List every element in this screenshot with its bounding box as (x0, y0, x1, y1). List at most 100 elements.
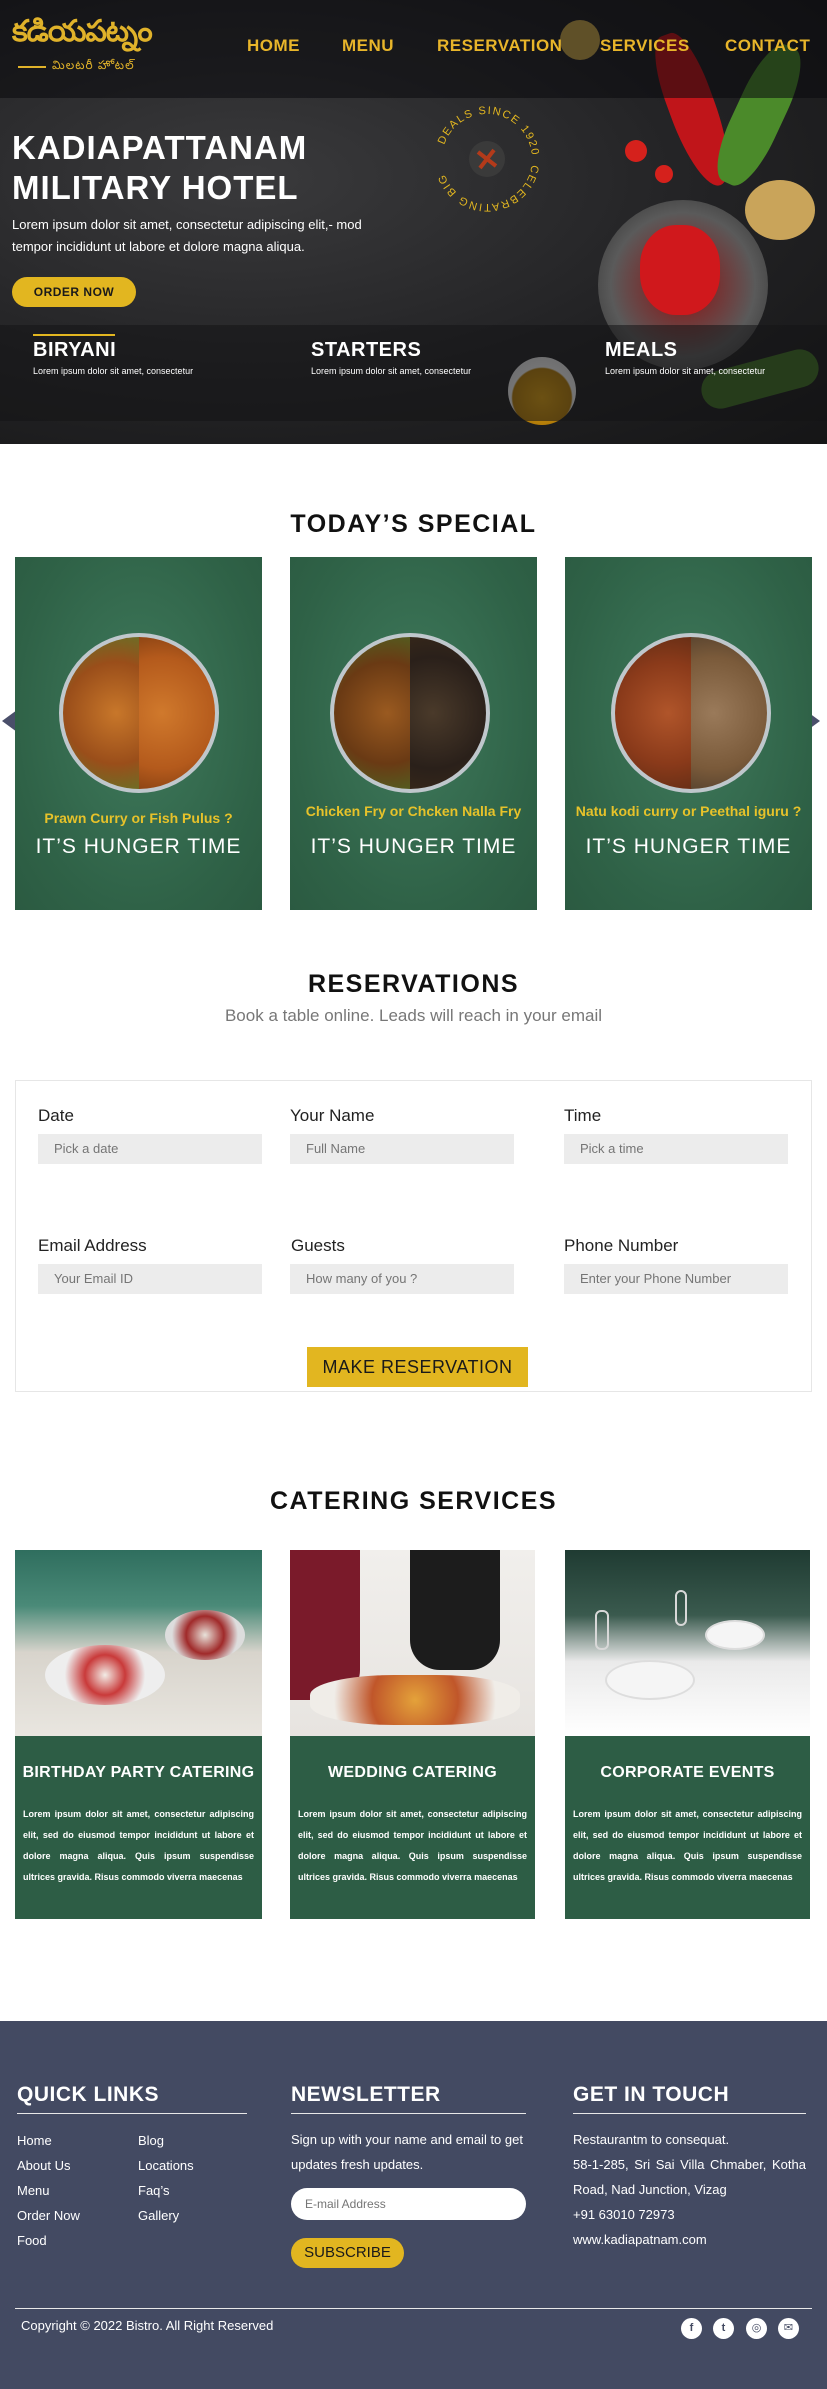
footer-link-gallery[interactable]: Gallery (138, 2208, 179, 2223)
reservations-title: RESERVATIONS (307, 970, 520, 998)
category-title: MEALS (605, 339, 678, 361)
dish-plate-image (330, 633, 490, 793)
special-card[interactable]: Chicken Fry or Chcken Nalla Fry IT’S HUN… (290, 557, 537, 910)
hero-title: KADIAPATTANAM MILITARY HOTEL (12, 129, 308, 206)
dish-question: Natu kodi curry or Peethal iguru ? (575, 803, 802, 819)
footer-link-food[interactable]: Food (17, 2233, 47, 2248)
twitter-icon[interactable]: t (713, 2318, 734, 2339)
footer-link-order-now[interactable]: Order Now (17, 2208, 80, 2223)
catering-title-text: BIRTHDAY PARTY CATERING (22, 1764, 255, 1781)
catering-description: Lorem ipsum dolor sit amet, consectetur … (23, 1809, 254, 1882)
potato-decoration (745, 180, 815, 240)
catering-description: Lorem ipsum dolor sit amet, consectetur … (298, 1809, 527, 1882)
catering-title-text: CORPORATE EVENTS (600, 1764, 775, 1781)
get-in-touch-title: GET IN TOUCH (573, 2083, 730, 2106)
logo[interactable]: కడియపట్నం మిలటరీ హోటల్ (12, 14, 153, 80)
hero-category-meals[interactable]: MEALS Lorem ipsum dolor sit amet, consec… (605, 338, 827, 376)
make-reservation-button[interactable]: MAKE RESERVATION (307, 1347, 528, 1387)
category-description: Lorem ipsum dolor sit amet, consectetur (33, 366, 194, 376)
nav-services[interactable]: SERVICES (600, 36, 690, 58)
since-1920-badge: DEALS SINCE 1920 CELEBRATING BIG (428, 100, 546, 218)
logo-main-text: కడియపట్నం (12, 14, 153, 49)
facebook-icon[interactable]: f (681, 2318, 702, 2339)
footer-link-faqs[interactable]: Faq’s (138, 2183, 170, 2198)
footer-link-locations[interactable]: Locations (138, 2158, 194, 2173)
catering-card-corporate[interactable]: CORPORATE EVENTS Lorem ipsum dolor sit a… (565, 1550, 810, 1919)
catering-description: Lorem ipsum dolor sit amet, consectetur … (573, 1809, 802, 1882)
footer-link-home[interactable]: Home (17, 2133, 52, 2148)
special-card[interactable]: Prawn Curry or Fish Pulus ? IT’S HUNGER … (15, 557, 262, 910)
order-now-button[interactable]: ORDER NOW (12, 277, 136, 307)
get-in-touch-divider (573, 2113, 806, 2114)
hero-category-starters[interactable]: STARTERS Lorem ipsum dolor sit amet, con… (311, 338, 551, 376)
footer-link-menu[interactable]: Menu (17, 2183, 50, 2198)
hunger-caption: IT’S HUNGER TIME (310, 835, 517, 858)
quick-links-divider (17, 2113, 247, 2114)
special-card[interactable]: Natu kodi curry or Peethal iguru ? IT’S … (565, 557, 812, 910)
email-field[interactable] (38, 1264, 262, 1294)
dish-question: Chicken Fry or Chcken Nalla Fry (305, 803, 522, 819)
pepper-decoration (640, 225, 720, 315)
time-field[interactable] (564, 1134, 788, 1164)
contact-address: 58-1-285, Sri Sai Villa Chmaber, Kotha R… (573, 2157, 806, 2197)
contact-website[interactable]: www.kadiapatnam.com (573, 2227, 707, 2252)
todays-special-title: TODAY’S SPECIAL (290, 510, 537, 538)
reservation-form: Date Your Name Time Email Address Guests… (15, 1080, 812, 1392)
email-label: Email Address (38, 1236, 147, 1255)
guests-label: Guests (291, 1236, 345, 1255)
category-description: Lorem ipsum dolor sit amet, consectetur (605, 366, 766, 376)
hero-description: Lorem ipsum dolor sit amet, consectetur … (12, 217, 362, 254)
contact-phone[interactable]: +91 63010 72973 (573, 2202, 675, 2227)
newsletter-title: NEWSLETTER (291, 2083, 441, 2106)
instagram-icon[interactable]: ◎ (746, 2318, 767, 2339)
category-description: Lorem ipsum dolor sit amet, consectetur (311, 366, 472, 376)
birthday-catering-image (15, 1550, 262, 1736)
tomato-decoration (655, 165, 673, 183)
dish-plate-image (59, 633, 219, 793)
date-field[interactable] (38, 1134, 262, 1164)
badge-graphic: DEALS SINCE 1920 CELEBRATING BIG (436, 105, 540, 213)
newsletter-email-input[interactable] (291, 2188, 526, 2220)
nav-contact[interactable]: CONTACT (725, 36, 810, 58)
subscribe-button[interactable]: SUBSCRIBE (291, 2238, 404, 2268)
hunger-caption: IT’S HUNGER TIME (585, 835, 792, 858)
catering-title-text: WEDDING CATERING (328, 1764, 497, 1781)
nav-reservation[interactable]: RESERVATION (437, 36, 562, 58)
contact-intro: Restaurantm to consequat. (573, 2132, 730, 2147)
corporate-catering-image (565, 1550, 810, 1736)
tomato-decoration (625, 140, 647, 162)
footer-link-about[interactable]: About Us (17, 2158, 70, 2173)
date-label: Date (38, 1106, 74, 1125)
time-label: Time (564, 1106, 602, 1125)
logo-sub-text: మిలటరీ హోటల్ (52, 58, 135, 72)
catering-card-birthday[interactable]: BIRTHDAY PARTY CATERING Lorem ipsum dolo… (15, 1550, 262, 1919)
hero-section: కడియపట్నం మిలటరీ హోటల్ HOME MENU RESERVA… (0, 0, 827, 444)
name-label: Your Name (290, 1106, 375, 1125)
category-title: STARTERS (311, 339, 422, 361)
newsletter-divider (291, 2113, 526, 2114)
logo-divider (18, 66, 46, 68)
catering-card-wedding[interactable]: WEDDING CATERING Lorem ipsum dolor sit a… (290, 1550, 535, 1919)
hunger-caption: IT’S HUNGER TIME (35, 835, 242, 858)
category-underline (33, 334, 115, 336)
name-field[interactable] (290, 1134, 514, 1164)
footer-divider (15, 2308, 812, 2309)
reservations-subtitle: Book a table online. Leads will reach in… (224, 1006, 603, 1025)
copyright-text: Copyright © 2022 Bistro. All Right Reser… (21, 2318, 274, 2333)
hero-category-biryani[interactable]: BIRYANI Lorem ipsum dolor sit amet, cons… (33, 334, 273, 376)
newsletter-text: Sign up with your name and email to get … (291, 2132, 523, 2172)
catering-title: CATERING SERVICES (269, 1487, 558, 1515)
category-title: BIRYANI (33, 339, 117, 361)
nav-menu[interactable]: MENU (342, 36, 394, 58)
quick-links-title: QUICK LINKS (17, 2083, 159, 2106)
footer-link-blog[interactable]: Blog (138, 2133, 164, 2148)
dish-plate-image (611, 633, 771, 793)
mail-icon[interactable]: ✉ (778, 2318, 799, 2339)
nav-home[interactable]: HOME (247, 36, 300, 58)
phone-field[interactable] (564, 1264, 788, 1294)
dish-question: Prawn Curry or Fish Pulus ? (44, 810, 233, 826)
guests-field[interactable] (290, 1264, 514, 1294)
footer: QUICK LINKS Home About Us Menu Order Now… (0, 2021, 827, 2389)
wedding-catering-image (290, 1550, 535, 1736)
phone-label: Phone Number (564, 1236, 679, 1255)
